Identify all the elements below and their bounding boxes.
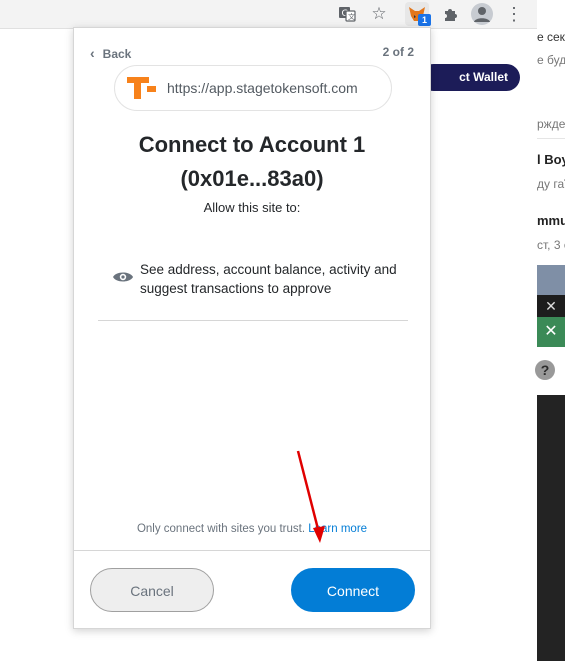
close-icon[interactable]: ✕ (537, 317, 565, 347)
kebab-menu-icon[interactable]: ⋮ (505, 4, 523, 24)
back-button[interactable]: ‹ Back (90, 45, 131, 61)
bg-text-line: l Boy (537, 152, 565, 167)
puzzle-icon[interactable] (441, 4, 461, 24)
bg-text-line: ду гаї (537, 177, 565, 191)
connect-popup: ‹ Back 2 of 2 https://app.stagetokensoft.… (73, 27, 431, 629)
chevron-left-icon: ‹ (90, 45, 95, 61)
permission-description: See address, account balance, activity a… (140, 262, 397, 296)
bg-dark-panel (537, 395, 565, 661)
account-address: (0x01e...83a0) (180, 166, 324, 191)
trust-text: Only connect with sites you trust. (136, 523, 306, 535)
bg-text-line: ст, 3 с (537, 238, 565, 252)
bg-text-line: е сект (537, 30, 565, 44)
connect-wallet-button[interactable]: ct Wallet (420, 64, 520, 91)
back-label: Back (102, 47, 132, 61)
page-title: Connect to Account 1 (138, 132, 366, 157)
close-icon[interactable]: ✕ (537, 295, 565, 317)
bg-text-line: е буд (537, 53, 565, 67)
eye-icon (113, 272, 133, 282)
svg-text:文: 文 (348, 12, 355, 21)
bg-text-line: mmu (537, 213, 565, 228)
site-origin-pill: https://app.stagetokensoft.com (114, 65, 392, 111)
star-icon[interactable]: ☆ (369, 4, 389, 24)
bg-thumbnail (537, 265, 565, 295)
step-indicator: 2 of 2 (382, 45, 414, 59)
bg-divider (537, 138, 565, 139)
bg-text-line: ржден (537, 117, 565, 131)
help-icon[interactable]: ? (535, 360, 555, 380)
footer-divider (74, 550, 430, 551)
site-logo-icon (127, 77, 156, 99)
profile-icon[interactable] (471, 3, 493, 25)
translate-icon[interactable]: G 文 (337, 4, 357, 24)
browser-toolbar: G 文 ☆ 1 ⋮ (0, 0, 537, 29)
cancel-button[interactable]: Cancel (90, 568, 214, 612)
extension-badge: 1 (418, 14, 431, 26)
learn-more-link[interactable]: Learn more (308, 523, 367, 535)
trust-notice: Only connect with sites you trust. Learn… (74, 523, 430, 535)
connect-button[interactable]: Connect (291, 568, 415, 612)
allow-heading: Allow this site to: (203, 200, 301, 215)
divider (98, 320, 408, 321)
site-url: https://app.stagetokensoft.com (167, 80, 358, 96)
